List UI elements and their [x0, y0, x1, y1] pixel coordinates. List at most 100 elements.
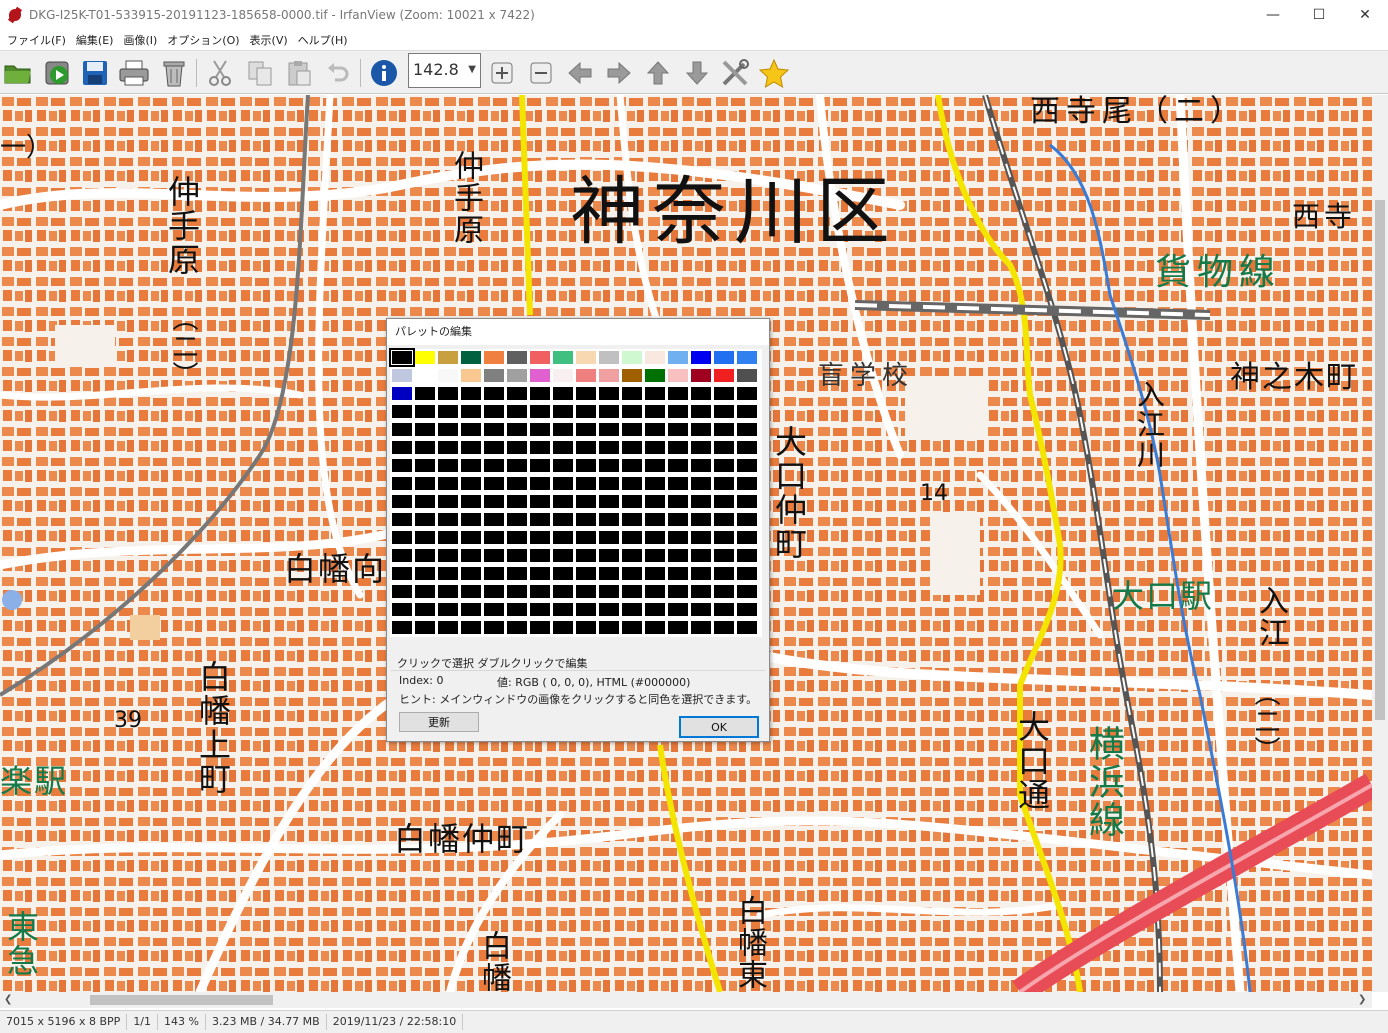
palette-swatch[interactable]: [645, 495, 665, 508]
save-icon[interactable]: [79, 57, 111, 89]
palette-swatch[interactable]: [576, 441, 596, 454]
palette-swatch[interactable]: [530, 549, 550, 562]
palette-swatch[interactable]: [599, 603, 619, 616]
horizontal-scrollbar[interactable]: ❮ ❯: [0, 992, 1372, 1008]
menu-edit[interactable]: 編集(E): [71, 32, 119, 48]
palette-swatch[interactable]: [645, 477, 665, 490]
palette-swatch[interactable]: [622, 369, 642, 382]
palette-swatch[interactable]: [438, 549, 458, 562]
palette-swatch[interactable]: [530, 621, 550, 634]
palette-swatch[interactable]: [668, 549, 688, 562]
palette-swatch[interactable]: [645, 387, 665, 400]
palette-swatch[interactable]: [461, 441, 481, 454]
zoom-select[interactable]: 142.8 ▼: [408, 53, 481, 88]
print-icon[interactable]: [118, 57, 150, 89]
palette-swatch[interactable]: [461, 387, 481, 400]
palette-swatch[interactable]: [530, 369, 550, 382]
palette-swatch[interactable]: [507, 423, 527, 436]
palette-swatch[interactable]: [415, 495, 435, 508]
palette-swatch[interactable]: [461, 567, 481, 580]
palette-swatch[interactable]: [484, 459, 504, 472]
palette-swatch[interactable]: [553, 369, 573, 382]
vertical-scroll-thumb[interactable]: [1375, 200, 1385, 720]
palette-swatch[interactable]: [645, 405, 665, 418]
ok-button[interactable]: OK: [679, 716, 759, 738]
paste-icon[interactable]: [283, 57, 315, 89]
palette-swatch[interactable]: [691, 441, 711, 454]
palette-swatch[interactable]: [392, 369, 412, 382]
palette-swatch[interactable]: [438, 477, 458, 490]
palette-swatch[interactable]: [622, 423, 642, 436]
palette-swatch[interactable]: [737, 495, 757, 508]
palette-swatch[interactable]: [714, 567, 734, 580]
palette-swatch[interactable]: [599, 387, 619, 400]
palette-swatch[interactable]: [392, 423, 412, 436]
palette-swatch[interactable]: [668, 351, 688, 364]
palette-swatch[interactable]: [599, 513, 619, 526]
palette-swatch[interactable]: [392, 441, 412, 454]
cut-icon[interactable]: [204, 57, 236, 89]
open-folder-icon[interactable]: [2, 57, 34, 89]
palette-swatch[interactable]: [668, 459, 688, 472]
palette-swatch[interactable]: [438, 387, 458, 400]
palette-swatch[interactable]: [714, 387, 734, 400]
palette-swatch[interactable]: [484, 369, 504, 382]
palette-swatch[interactable]: [484, 405, 504, 418]
palette-swatch[interactable]: [438, 405, 458, 418]
palette-swatch[interactable]: [714, 531, 734, 544]
palette-swatch[interactable]: [599, 567, 619, 580]
palette-swatch[interactable]: [668, 369, 688, 382]
palette-swatch[interactable]: [553, 405, 573, 418]
slideshow-icon[interactable]: [42, 57, 74, 89]
palette-swatch[interactable]: [415, 459, 435, 472]
palette-swatch[interactable]: [714, 495, 734, 508]
palette-swatch[interactable]: [553, 387, 573, 400]
palette-swatch[interactable]: [714, 549, 734, 562]
palette-swatch[interactable]: [530, 387, 550, 400]
palette-grid[interactable]: [389, 348, 762, 637]
palette-swatch[interactable]: [622, 405, 642, 418]
palette-swatch[interactable]: [645, 585, 665, 598]
palette-swatch[interactable]: [438, 531, 458, 544]
palette-swatch[interactable]: [553, 351, 573, 364]
palette-swatch[interactable]: [484, 477, 504, 490]
palette-swatch[interactable]: [737, 441, 757, 454]
info-icon[interactable]: [368, 57, 400, 89]
palette-swatch[interactable]: [737, 351, 757, 364]
menu-view[interactable]: 表示(V): [245, 32, 293, 48]
palette-swatch[interactable]: [415, 441, 435, 454]
menu-options[interactable]: オプション(O): [162, 32, 244, 48]
palette-swatch[interactable]: [576, 567, 596, 580]
palette-swatch[interactable]: [507, 369, 527, 382]
palette-swatch[interactable]: [484, 495, 504, 508]
palette-swatch[interactable]: [668, 621, 688, 634]
palette-swatch[interactable]: [645, 603, 665, 616]
palette-swatch[interactable]: [737, 369, 757, 382]
palette-swatch[interactable]: [691, 603, 711, 616]
palette-swatch[interactable]: [622, 513, 642, 526]
palette-swatch[interactable]: [507, 585, 527, 598]
palette-swatch[interactable]: [507, 495, 527, 508]
palette-swatch[interactable]: [392, 621, 412, 634]
palette-swatch[interactable]: [645, 441, 665, 454]
up-icon[interactable]: [642, 57, 674, 89]
palette-swatch[interactable]: [484, 549, 504, 562]
palette-swatch[interactable]: [461, 621, 481, 634]
palette-swatch[interactable]: [622, 549, 642, 562]
palette-swatch[interactable]: [389, 348, 415, 367]
palette-swatch[interactable]: [622, 495, 642, 508]
palette-swatch[interactable]: [645, 423, 665, 436]
palette-swatch[interactable]: [507, 351, 527, 364]
palette-swatch[interactable]: [415, 387, 435, 400]
palette-swatch[interactable]: [576, 405, 596, 418]
down-icon[interactable]: [681, 57, 713, 89]
palette-swatch[interactable]: [415, 513, 435, 526]
palette-swatch[interactable]: [438, 585, 458, 598]
palette-swatch[interactable]: [576, 513, 596, 526]
palette-swatch[interactable]: [415, 549, 435, 562]
maximize-button[interactable]: ☐: [1296, 0, 1342, 30]
palette-swatch[interactable]: [461, 585, 481, 598]
palette-swatch[interactable]: [714, 513, 734, 526]
palette-swatch[interactable]: [737, 621, 757, 634]
palette-swatch[interactable]: [530, 351, 550, 364]
